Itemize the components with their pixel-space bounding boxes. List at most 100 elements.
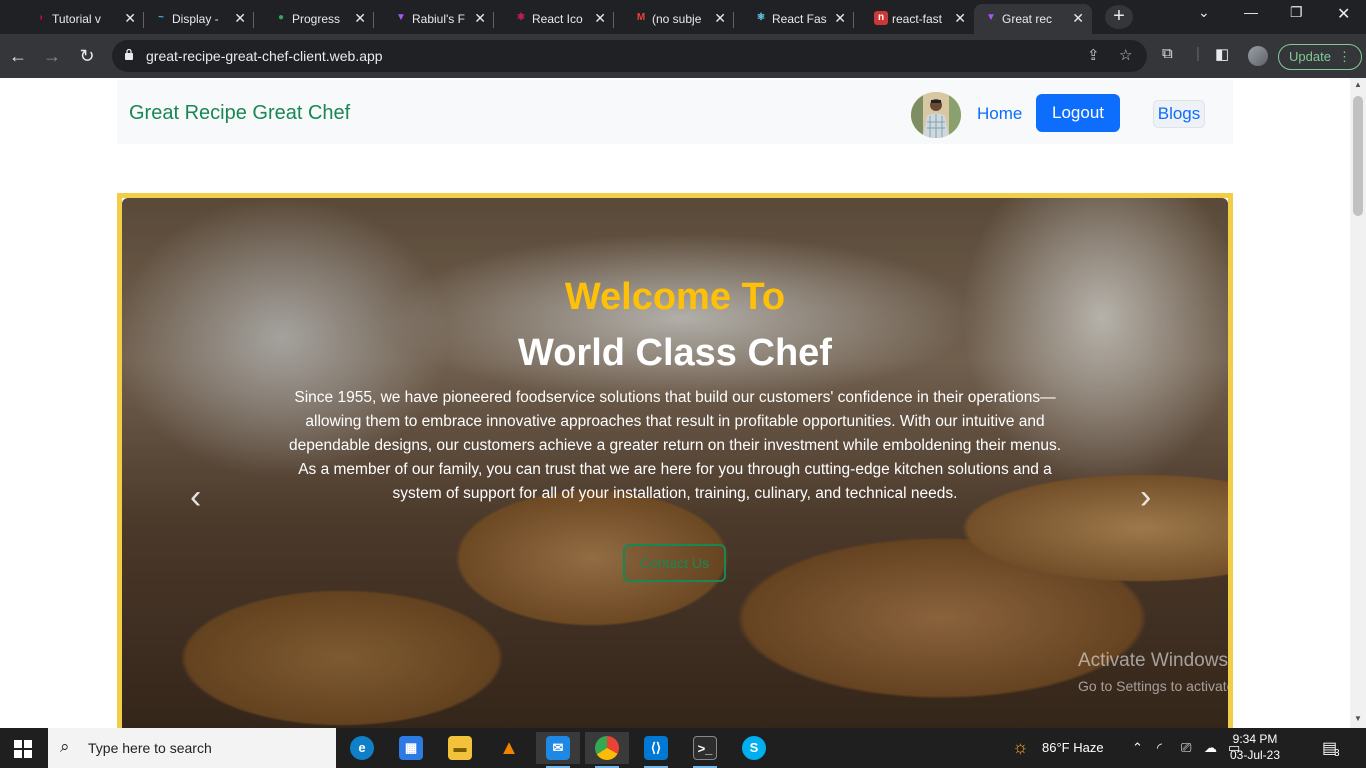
tab-react-fast[interactable]: ⚛ React Fas ✕ xyxy=(744,4,854,34)
close-icon[interactable]: ✕ xyxy=(954,10,966,27)
tab-favicon-icon: ▼ xyxy=(396,12,406,23)
tab-title: Tutorial v xyxy=(52,12,101,26)
page-scrollbar[interactable]: ▲ ▼ xyxy=(1350,78,1366,728)
tab-search-icon[interactable]: ⌄ xyxy=(1198,4,1210,21)
page-viewport: Great Recipe Great Chef Home Logout Blog… xyxy=(0,78,1350,728)
tab-favicon-icon: n xyxy=(874,11,888,25)
search-icon: ⌕ xyxy=(60,737,70,756)
tab-react-icons[interactable]: ⚛ React Ico ✕ xyxy=(504,4,614,34)
close-icon[interactable]: ✕ xyxy=(1072,10,1084,27)
tab-great-recipe[interactable]: ▼ Great rec ✕ xyxy=(974,4,1092,34)
tab-display[interactable]: ~ Display - ✕ xyxy=(144,4,254,34)
terminal-icon: >_ xyxy=(693,736,717,760)
nav-home-link[interactable]: Home xyxy=(977,104,1022,124)
taskbar-mail[interactable]: ✉ xyxy=(536,732,580,768)
tab-title: react-fast xyxy=(892,12,943,26)
taskbar-clock[interactable]: 9:34 PM 03-Jul-23 xyxy=(1222,731,1288,763)
hero-title-chef: World Class Chef xyxy=(518,332,832,374)
tab-rabiul[interactable]: ▼ Rabiul's F ✕ xyxy=(384,4,494,34)
vscode-icon: ⟨⟩ xyxy=(644,736,668,760)
chrome-icon xyxy=(595,736,619,760)
scroll-thumb[interactable] xyxy=(1353,96,1363,216)
tab-favicon-icon: ⚛ xyxy=(756,12,766,23)
weather-icon[interactable]: ☼ xyxy=(1012,737,1029,758)
tab-title: Progress xyxy=(292,12,341,26)
tab-favicon-icon: ● xyxy=(277,12,285,23)
taskbar-skype[interactable]: S xyxy=(732,732,776,764)
hero-slide: Welcome To World Class Chef Since 1955, … xyxy=(122,198,1228,728)
forward-icon[interactable]: → xyxy=(40,44,64,68)
bookmark-star-icon[interactable]: ☆ xyxy=(1119,46,1132,64)
taskbar-vscode[interactable]: ⟨⟩ xyxy=(634,732,678,768)
logout-button[interactable]: Logout xyxy=(1036,94,1120,132)
close-icon[interactable]: ✕ xyxy=(124,10,136,27)
clock-time: 9:34 PM xyxy=(1232,732,1278,746)
scroll-up-icon[interactable]: ▲ xyxy=(1350,80,1366,89)
close-icon[interactable]: ✕ xyxy=(234,10,246,27)
taskbar-explorer[interactable]: ▬ xyxy=(438,732,482,764)
nav-blogs-link[interactable]: Blogs xyxy=(1153,100,1205,128)
side-panel-icon[interactable]: ◧ xyxy=(1215,45,1229,63)
browser-tab-strip: › Tutorial v ✕ ~ Display - ✕ ● Progress … xyxy=(0,0,1366,34)
reload-icon[interactable]: ↻ xyxy=(75,44,99,68)
close-icon[interactable]: ✕ xyxy=(834,10,846,27)
taskbar-chrome[interactable] xyxy=(585,732,629,768)
new-tab-button[interactable]: + xyxy=(1105,5,1133,29)
weather-text[interactable]: 86°F Haze xyxy=(1042,740,1104,755)
activate-windows-subtitle: Go to Settings to activate Windows. xyxy=(1078,678,1228,694)
extensions-icon[interactable]: ⧉ xyxy=(1162,45,1173,62)
onedrive-icon[interactable]: ☁ xyxy=(1204,740,1217,756)
scroll-down-icon[interactable]: ▼ xyxy=(1350,714,1366,723)
taskbar-search[interactable]: ⌕ Type here to search xyxy=(48,728,336,768)
user-avatar[interactable] xyxy=(911,92,961,138)
close-icon[interactable]: ✕ xyxy=(474,10,486,27)
share-icon[interactable]: ⇪ xyxy=(1087,46,1100,64)
tray-overflow-icon[interactable]: ⌃ xyxy=(1132,740,1143,756)
windows-taskbar: ⌕ Type here to search e ▦ ▬ ▲ ✉ ⟨⟩ >_ S … xyxy=(0,728,1366,768)
url-text: great-recipe-great-chef-client.web.app xyxy=(146,48,383,64)
tab-favicon-icon: › xyxy=(39,12,43,23)
meet-icon[interactable]: ⎚ xyxy=(1181,740,1191,756)
minimize-icon[interactable]: — xyxy=(1244,4,1258,20)
more-menu-icon: ⋮ xyxy=(1338,49,1351,64)
close-icon[interactable]: ✕ xyxy=(594,10,606,27)
hero-description: Since 1955, we have pioneered foodservic… xyxy=(289,389,1061,502)
taskbar-vlc[interactable]: ▲ xyxy=(487,732,531,764)
tab-gmail[interactable]: M (no subje ✕ xyxy=(624,4,734,34)
edge-icon: e xyxy=(350,736,374,760)
tab-tutorial[interactable]: › Tutorial v ✕ xyxy=(24,4,144,34)
profile-avatar[interactable] xyxy=(1248,46,1268,66)
vlc-icon: ▲ xyxy=(499,737,519,759)
tab-title: Display - xyxy=(172,12,219,26)
tab-npm[interactable]: n react-fast ✕ xyxy=(864,4,974,34)
browser-toolbar: ← → ↻ great-recipe-great-chef-client.web… xyxy=(0,34,1366,78)
update-button[interactable]: Update ⋮ xyxy=(1278,44,1362,70)
taskbar-edge[interactable]: e xyxy=(340,732,384,764)
hero-title-welcome: Welcome To xyxy=(564,276,786,318)
contact-us-button[interactable]: Contact Us xyxy=(623,544,726,582)
site-navbar: Great Recipe Great Chef Home Logout Blog… xyxy=(117,80,1233,144)
hero-carousel: Welcome To World Class Chef Since 1955, … xyxy=(117,193,1233,728)
lock-icon xyxy=(125,48,133,60)
close-icon[interactable]: ✕ xyxy=(714,10,726,27)
update-label: Update xyxy=(1289,49,1331,64)
windows-start-icon[interactable] xyxy=(14,740,32,758)
taskbar-terminal[interactable]: >_ xyxy=(683,732,727,768)
carousel-prev-icon[interactable]: ‹ xyxy=(190,478,201,517)
taskbar-store[interactable]: ▦ xyxy=(389,732,433,764)
notification-count: 3 xyxy=(1334,748,1340,759)
site-brand[interactable]: Great Recipe Great Chef xyxy=(129,102,350,125)
wifi-icon[interactable]: ◜ xyxy=(1157,740,1162,756)
mail-icon: ✉ xyxy=(546,736,570,760)
tab-progress[interactable]: ● Progress ✕ xyxy=(264,4,374,34)
skype-icon: S xyxy=(742,736,766,760)
folder-icon: ▬ xyxy=(448,736,472,760)
tab-favicon-icon: ▼ xyxy=(986,12,996,23)
close-window-icon[interactable]: ✕ xyxy=(1337,4,1350,24)
search-placeholder: Type here to search xyxy=(88,740,212,756)
close-icon[interactable]: ✕ xyxy=(354,10,366,27)
address-bar[interactable]: great-recipe-great-chef-client.web.app ⇪… xyxy=(112,40,1147,72)
carousel-next-icon[interactable]: › xyxy=(1140,478,1151,517)
restore-icon[interactable]: ❐ xyxy=(1290,4,1303,21)
back-icon[interactable]: ← xyxy=(6,44,30,68)
